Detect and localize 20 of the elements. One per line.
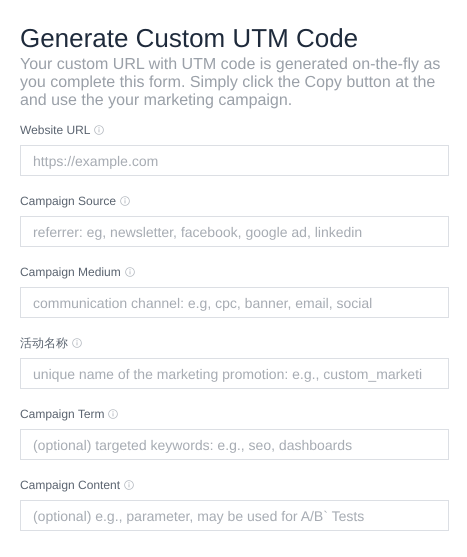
info-icon[interactable] (124, 480, 134, 490)
input-field[interactable]: (optional) e.g., parameter, may be used for A/B` Tests (20, 500, 449, 531)
field-label: Campaign Term (20, 406, 104, 422)
field-label: Website URL (20, 122, 90, 138)
input-field[interactable]: https://example.com (20, 145, 449, 176)
field-label: 活动名称 (20, 335, 68, 351)
page-title: Generate Custom UTM Code (20, 22, 360, 54)
input-field[interactable]: unique name of the marketing promotion: e.g., custom_marketi (20, 358, 449, 389)
field-label: Campaign Source (20, 193, 116, 209)
description: Your custom URL with UTM code is generated on-the-fly as you complete this form. Simply click the Copy button at the and use the your marketing campaign. (20, 56, 442, 110)
info-icon[interactable] (124, 267, 135, 277)
info-icon[interactable] (72, 338, 82, 348)
field-label: Campaign Content (20, 477, 120, 493)
input-field[interactable]: referrer: eg, newsletter, facebook, google ad, linkedin (20, 216, 449, 247)
info-icon[interactable] (108, 409, 118, 419)
info-icon[interactable] (94, 125, 104, 135)
info-icon[interactable] (120, 196, 130, 206)
input-field[interactable]: (optional) targeted keywords: e.g., seo, dashboards (20, 429, 449, 460)
input-field[interactable]: communication channel: e.g, cpc, banner, email, social (20, 287, 449, 318)
field-label: Campaign Medium (20, 264, 121, 280)
